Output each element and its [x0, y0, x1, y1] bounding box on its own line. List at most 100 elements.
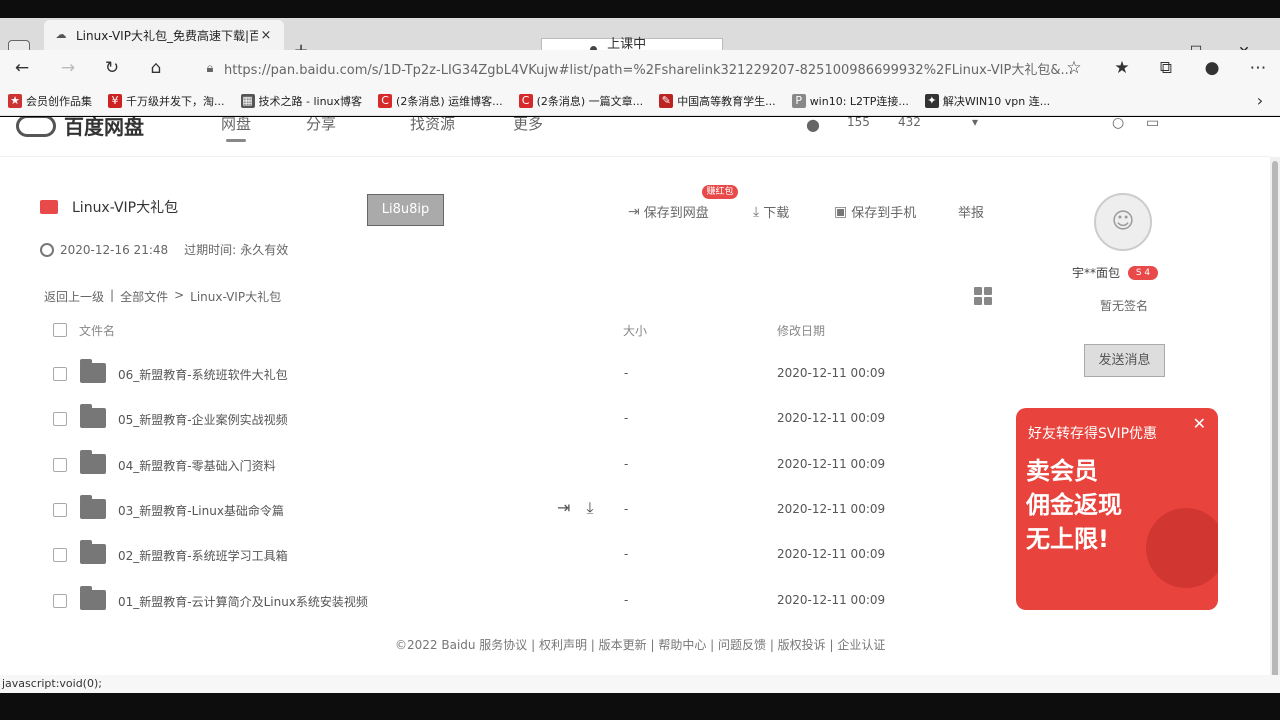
table-row[interactable]: 05_新盟教育-企业案例实战视频 - 2020-12-11 00:09 — [40, 402, 960, 442]
column-name[interactable]: 文件名 — [79, 322, 115, 339]
file-name[interactable]: 05_新盟教育-企业案例实战视频 — [118, 411, 288, 428]
favorite-star-icon[interactable]: ☆ — [1060, 54, 1088, 82]
home-icon[interactable]: ⌂ — [142, 54, 170, 82]
row-checkbox[interactable] — [53, 548, 67, 562]
select-all-checkbox[interactable] — [53, 323, 67, 337]
download-icon[interactable]: ⤓ — [586, 498, 593, 518]
save-badge: 赚红包 — [702, 185, 738, 199]
bookmark-icon: ▦ — [240, 93, 255, 108]
nav-item-pan[interactable]: 网盘 — [221, 117, 251, 134]
sharer-avatar[interactable]: ☺ — [1094, 193, 1152, 251]
settings-icon[interactable]: ▭ — [1146, 117, 1159, 131]
file-size: - — [624, 366, 629, 380]
sharer-info: 宇**面包 S 4 — [1072, 264, 1159, 281]
save-to-pan-button[interactable]: ⇥ 保存到网盘 — [628, 202, 709, 222]
row-checkbox[interactable] — [53, 503, 67, 517]
bookmark-item[interactable]: ✦ 解决WIN10 vpn 连... — [924, 93, 1050, 109]
more-menu-icon[interactable]: ⋯ — [1244, 54, 1272, 82]
column-date[interactable]: 修改日期 — [777, 322, 825, 339]
scrollbar-thumb[interactable] — [1272, 161, 1278, 675]
back-arrow-icon[interactable]: ← — [8, 54, 36, 82]
file-size: - — [624, 593, 629, 607]
bookmark-icon: ✦ — [924, 93, 939, 108]
browser-window: ☁ Linux-VIP大礼包_免费高速下载|百 × + 上课中 02:25:37… — [0, 0, 1280, 720]
grid-view-icon[interactable] — [974, 287, 992, 305]
site-footer[interactable]: ©2022 Baidu 服务协议 | 权利声明 | 版本更新 | 帮助中心 | … — [395, 636, 885, 653]
stat-count: 155 — [847, 117, 870, 129]
bookmark-item[interactable]: ✎ 中国高等教育学生... — [659, 93, 776, 109]
bookmark-item[interactable]: C (2条消息) 一篇文章... — [518, 93, 643, 109]
bookmark-item[interactable]: ★ 会员创作品集 — [8, 93, 92, 109]
save-icon[interactable]: ⇥ — [557, 498, 570, 518]
table-row[interactable]: 04_新盟教育-零基础入门资料 - 2020-12-11 00:09 — [40, 448, 960, 488]
share-date: 2020-12-16 21:48 — [60, 242, 169, 257]
bookmark-icon: ★ — [8, 93, 22, 108]
breadcrumb-all-files[interactable]: 全部文件 — [120, 288, 168, 305]
url-text: https://pan.baidu.com/s/1D-Tp2z-LIG34Zgb… — [224, 62, 1073, 78]
table-row[interactable]: 06_新盟教育-系统班软件大礼包 - 2020-12-11 00:09 — [40, 357, 960, 397]
report-link[interactable]: 举报 — [958, 202, 984, 221]
nav-item-more[interactable]: 更多 — [513, 117, 543, 134]
active-tab[interactable]: ☁ Linux-VIP大礼包_免费高速下载|百 × — [44, 20, 284, 50]
address-bar[interactable]: 🔒︎ https://pan.baidu.com/s/1D-Tp2z-LIG34… — [196, 54, 1096, 82]
phone-save-icon: ▣ — [834, 203, 848, 220]
promo-line-1: 卖会员 — [1026, 457, 1098, 485]
save-to-phone-button[interactable]: ▣ 保存到手机 — [834, 202, 916, 222]
profile-avatar-icon[interactable]: ● — [1198, 54, 1226, 82]
promo-card[interactable]: 好友转存得SVIP优惠 ✕ 卖会员 佣金返现 无上限! — [1016, 408, 1218, 610]
table-row[interactable]: 03_新盟教育-Linux基础命令篇 ⇥ ⤓ - 2020-12-11 00:0… — [40, 493, 960, 533]
bookmark-item[interactable]: Pwin10: L2TP连接... — [791, 93, 909, 109]
table-row[interactable]: 02_新盟教育-系统班学习工具箱 - 2020-12-11 00:09 — [40, 538, 960, 578]
file-name[interactable]: 04_新盟教育-零基础入门资料 — [118, 457, 276, 474]
file-size: - — [624, 502, 629, 516]
page-content: 百度网盘 网盘 分享 找资源 更多 ● 155 432 ▾ ○ ▭ Linux-… — [0, 117, 1280, 675]
bookmark-item[interactable]: C (2条消息) 运维博客... — [378, 93, 503, 109]
breadcrumb-back[interactable]: 返回上一级 — [44, 288, 104, 305]
notification-icon[interactable]: ○ — [1112, 117, 1124, 131]
close-icon[interactable]: ✕ — [1193, 414, 1206, 433]
bookmark-item[interactable]: ▦ 技术之路 - linux博客 — [240, 93, 362, 109]
status-bar: javascript:void(0); — [0, 675, 1280, 693]
logo-icon — [16, 117, 56, 137]
bookmark-icon: ¥ — [108, 93, 122, 108]
breadcrumb-current: Linux-VIP大礼包 — [190, 290, 282, 304]
tab-close-icon[interactable]: × — [258, 28, 274, 43]
nav-item-share[interactable]: 分享 — [306, 117, 336, 134]
breadcrumb: 返回上一级 | 全部文件 > Linux-VIP大礼包 — [44, 288, 281, 305]
file-name[interactable]: 02_新盟教育-系统班学习工具箱 — [118, 547, 288, 564]
file-date: 2020-12-11 00:09 — [777, 457, 886, 471]
user-avatar-icon[interactable]: ● — [806, 117, 820, 134]
site-header: 百度网盘 网盘 分享 找资源 更多 ● 155 432 ▾ ○ ▭ — [0, 117, 1270, 157]
download-icon: ⤓ — [753, 203, 760, 220]
file-name[interactable]: 03_新盟教育-Linux基础命令篇 — [118, 502, 284, 519]
file-size: - — [624, 411, 629, 425]
file-name[interactable]: 01_新盟教育-云计算简介及Linux系统安装视频 — [118, 593, 368, 610]
page-scrollbar[interactable] — [1270, 157, 1280, 675]
table-row[interactable]: 01_新盟教育-云计算简介及Linux系统安装视频 - 2020-12-11 0… — [40, 584, 960, 624]
baidu-pan-logo[interactable]: 百度网盘 — [16, 117, 144, 140]
favorites-icon[interactable]: ★ — [1108, 54, 1136, 82]
file-size: - — [624, 547, 629, 561]
collections-icon[interactable]: ⧉ — [1152, 54, 1180, 82]
row-checkbox[interactable] — [53, 458, 67, 472]
expire-value: 永久有效 — [240, 243, 289, 257]
row-checkbox[interactable] — [53, 412, 67, 426]
file-name[interactable]: 06_新盟教育-系统班软件大礼包 — [118, 366, 288, 383]
row-checkbox[interactable] — [53, 594, 67, 608]
share-meta: 2020-12-16 21:48 过期时间: 永久有效 — [40, 241, 288, 258]
download-button[interactable]: ⤓ 下载 — [753, 202, 789, 222]
column-size[interactable]: 大小 — [623, 322, 647, 339]
chevron-down-icon[interactable]: ▾ — [972, 117, 978, 129]
forward-arrow-icon[interactable]: → — [54, 54, 82, 82]
bookmarks-more-icon[interactable]: › — [1250, 86, 1270, 116]
folder-icon — [80, 540, 106, 564]
row-checkbox[interactable] — [53, 367, 67, 381]
stat-count: 432 — [898, 117, 921, 129]
reload-icon[interactable]: ↻ — [98, 54, 126, 82]
send-message-button[interactable]: 发送消息 — [1084, 344, 1165, 377]
bookmark-icon: P — [791, 93, 806, 108]
promo-headline: 好友转存得SVIP优惠 — [1028, 426, 1158, 442]
bookmark-item[interactable]: ¥ 千万级并发下，淘... — [108, 93, 225, 109]
active-nav-indicator — [226, 139, 246, 142]
nav-item-resources[interactable]: 找资源 — [410, 117, 455, 134]
